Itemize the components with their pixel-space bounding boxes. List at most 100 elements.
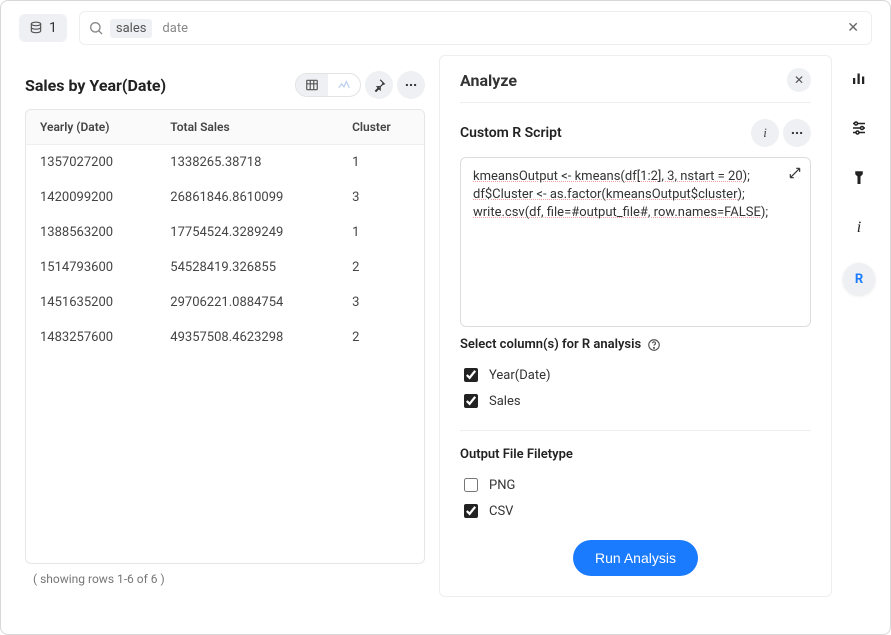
table-row[interactable]: 148325760049357508.46232982 [26, 320, 424, 355]
table-cell: 54528419.326855 [156, 250, 338, 285]
script-line: kmeansOutput <- kmeans(df[1:2], 3, nstar… [473, 168, 798, 186]
r-script-input[interactable]: kmeansOutput <- kmeans(df[1:2], 3, nstar… [460, 157, 811, 327]
analyze-panel: Analyze ✕ Custom R Script i [439, 55, 832, 597]
script-info-button[interactable]: i [751, 119, 779, 147]
output-type-checkbox[interactable] [464, 504, 478, 518]
r-icon: R [855, 272, 863, 287]
table-cell: 49357508.4623298 [156, 320, 338, 355]
rail-filter-button[interactable] [844, 113, 874, 143]
column-checkbox-row[interactable]: Year(Date) [460, 362, 811, 388]
clear-search-icon[interactable]: ✕ [843, 16, 863, 40]
table-cell: 1 [338, 145, 424, 181]
info-icon: i [763, 125, 767, 141]
column-checkbox[interactable] [464, 394, 478, 408]
col-header[interactable]: Yearly (Date) [26, 110, 156, 145]
table-row[interactable]: 145163520029706221.08847543 [26, 285, 424, 320]
top-bar: 1 sales date ✕ [1, 1, 890, 55]
table-row[interactable]: 151479360054528419.3268552 [26, 250, 424, 285]
analyze-subhead: Custom R Script i [460, 119, 811, 147]
side-rail: i R [840, 55, 878, 597]
search-chip-date[interactable]: date [158, 19, 192, 38]
search-input[interactable] [198, 19, 837, 37]
output-type-checkbox[interactable] [464, 478, 478, 492]
table-cell: 3 [338, 285, 424, 320]
more-actions-button[interactable] [397, 71, 425, 99]
close-icon: ✕ [794, 73, 804, 87]
left-panel-header: Sales by Year(Date) [25, 55, 425, 109]
flashlight-icon [850, 169, 868, 187]
table-cell: 17754524.3289249 [156, 215, 338, 250]
divider [460, 430, 811, 431]
rail-info-button[interactable]: i [844, 213, 874, 243]
main-area: Sales by Year(Date) [1, 55, 890, 609]
column-checkbox-row[interactable]: Sales [460, 388, 811, 414]
analyze-title: Analyze [460, 71, 517, 90]
search-icon [88, 20, 104, 36]
analyze-header: Analyze ✕ [460, 68, 811, 103]
table-icon [304, 78, 320, 92]
table-cell: 1388563200 [26, 215, 156, 250]
more-icon [404, 78, 418, 92]
output-type-label: CSV [489, 504, 513, 519]
search-chip-sales[interactable]: sales [110, 19, 153, 38]
table-cell: 1 [338, 215, 424, 250]
table-cell: 2 [338, 320, 424, 355]
table-cell: 1451635200 [26, 285, 156, 320]
output-type-row[interactable]: PNG [460, 472, 811, 498]
column-checkbox[interactable] [464, 368, 478, 382]
col-header[interactable]: Total Sales [156, 110, 338, 145]
expand-script-button[interactable] [788, 166, 802, 186]
line-chart-icon [336, 78, 352, 92]
column-checkbox-label: Sales [489, 394, 521, 409]
chart-view-toggle[interactable] [328, 74, 360, 96]
script-line: write.csv(df, file=#output_file#, row.na… [473, 204, 798, 222]
custom-r-label: Custom R Script [460, 125, 562, 141]
output-type-row[interactable]: CSV [460, 498, 811, 524]
select-columns-label: Select column(s) for R analysis [460, 337, 811, 352]
rail-chart-button[interactable] [844, 63, 874, 93]
table-cell: 1514793600 [26, 250, 156, 285]
table-row[interactable]: 142009920026861846.86100993 [26, 180, 424, 215]
table-row[interactable]: 13570272001338265.387181 [26, 145, 424, 181]
help-icon[interactable] [647, 338, 661, 352]
bar-chart-icon [850, 69, 868, 87]
script-line: df$Cluster <- as.factor(kmeansOutput$clu… [473, 186, 798, 204]
right-panel: Analyze ✕ Custom R Script i [439, 55, 878, 597]
table-row[interactable]: 138856320017754524.32892491 [26, 215, 424, 250]
table-cell: 29706221.0884754 [156, 285, 338, 320]
table-cell: 1420099200 [26, 180, 156, 215]
page-title: Sales by Year(Date) [25, 76, 166, 95]
data-table: Yearly (Date) Total Sales Cluster 135702… [26, 110, 424, 355]
viz-toggle [295, 73, 361, 97]
table-cell: 1357027200 [26, 145, 156, 181]
sliders-icon [850, 119, 868, 137]
table-cell: 1483257600 [26, 320, 156, 355]
col-header[interactable]: Cluster [338, 110, 424, 145]
table-cell: 2 [338, 250, 424, 285]
pin-icon [372, 78, 386, 92]
search-box[interactable]: sales date ✕ [79, 11, 872, 45]
run-analysis-button[interactable]: Run Analysis [573, 540, 698, 576]
database-pill[interactable]: 1 [19, 14, 67, 42]
table-cell: 1338265.38718 [156, 145, 338, 181]
data-table-card: Yearly (Date) Total Sales Cluster 135702… [25, 109, 425, 564]
database-icon [29, 21, 43, 35]
rail-r-button[interactable]: R [843, 263, 875, 295]
column-checkbox-label: Year(Date) [489, 368, 551, 383]
output-type-label: PNG [489, 478, 515, 493]
info-icon: i [857, 219, 861, 237]
pin-button[interactable] [365, 71, 393, 99]
left-panel-actions [295, 71, 425, 99]
output-filetype-label: Output File Filetype [460, 447, 811, 462]
table-cell: 26861846.8610099 [156, 180, 338, 215]
table-view-toggle[interactable] [296, 74, 328, 96]
table-footer-note: ( showing rows 1-6 of 6 ) [25, 564, 425, 594]
table-cell: 3 [338, 180, 424, 215]
rail-flashlight-button[interactable] [844, 163, 874, 193]
table-header-row: Yearly (Date) Total Sales Cluster [26, 110, 424, 145]
script-more-button[interactable] [783, 119, 811, 147]
left-panel: Sales by Year(Date) [25, 55, 425, 597]
database-count: 1 [49, 20, 57, 36]
more-icon [790, 126, 804, 140]
close-analyze-button[interactable]: ✕ [787, 68, 811, 92]
